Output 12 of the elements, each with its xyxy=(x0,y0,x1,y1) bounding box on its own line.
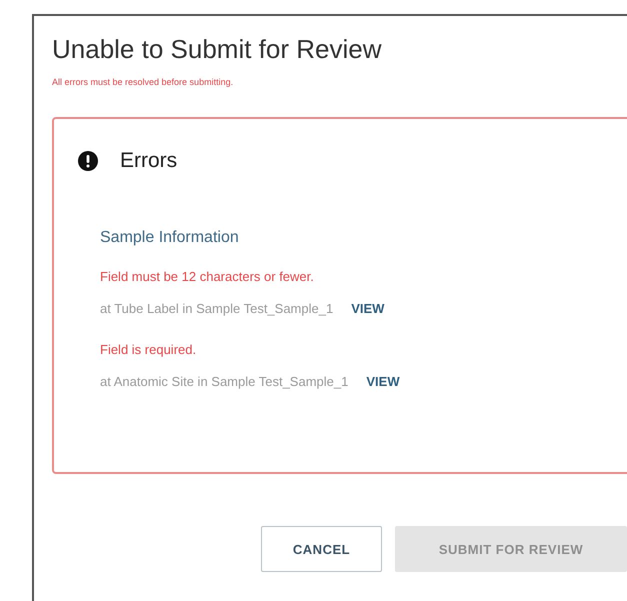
error-location: at Tube Label in Sample Test_Sample_1 xyxy=(100,301,334,316)
dialog-title: Unable to Submit for Review xyxy=(52,34,382,65)
dialog-subtitle: All errors must be resolved before submitting. xyxy=(52,77,234,87)
view-link[interactable]: VIEW xyxy=(351,301,384,316)
error-message: Field is required. xyxy=(100,342,198,357)
cancel-button[interactable]: CANCEL xyxy=(261,526,382,572)
view-link[interactable]: VIEW xyxy=(366,374,400,389)
section-title: Sample Information xyxy=(100,229,240,247)
alert-icon xyxy=(78,151,98,171)
panel-heading: Errors xyxy=(120,149,178,173)
error-message: Field must be 12 characters or fewer. xyxy=(100,269,315,284)
error-location: at Anatomic Site in Sample Test_Sample_1 xyxy=(100,374,348,389)
